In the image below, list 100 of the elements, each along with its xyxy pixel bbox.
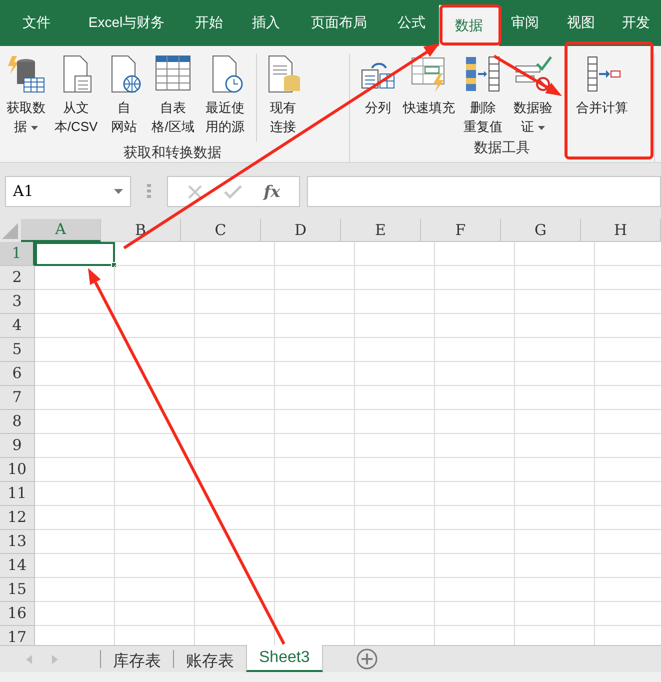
row-header[interactable]: 14 [0,554,35,578]
grid-cell[interactable] [355,482,435,506]
grid-cell[interactable] [355,290,435,314]
grid-cell[interactable] [515,242,595,266]
grid-cell[interactable] [435,266,515,290]
grid-cell[interactable] [275,338,355,362]
grid-cell[interactable] [515,314,595,338]
grid-cell[interactable] [115,410,195,434]
grid-cell[interactable] [355,458,435,482]
scroll-left-icon[interactable] [26,654,32,664]
grid-cell[interactable] [275,290,355,314]
ribbon-button[interactable]: 最近使 用的源 [200,54,250,142]
grid-cell[interactable] [195,386,275,410]
ribbon-tab[interactable]: 文件 [0,5,73,46]
grid-cell[interactable] [35,410,115,434]
grid-cell[interactable] [115,338,195,362]
grid-cell[interactable] [515,482,595,506]
add-sheet-icon[interactable] [356,648,378,670]
grid-cell[interactable] [195,554,275,578]
grid-cell[interactable] [195,506,275,530]
grid-cell[interactable] [355,386,435,410]
grid-cell[interactable] [195,362,275,386]
grid-cell[interactable] [515,266,595,290]
grid-cell[interactable] [515,434,595,458]
grid-cell[interactable] [115,242,195,266]
grid-cell[interactable] [435,578,515,602]
ribbon-button[interactable]: 从文 本/CSV [50,54,102,142]
ribbon-button[interactable]: 自表 格/区域 [146,54,200,142]
grid-cell[interactable] [355,554,435,578]
ribbon-tab[interactable]: 公式 [384,5,439,46]
check-icon[interactable] [224,184,242,198]
grid-cell[interactable] [115,290,195,314]
grid-cell[interactable] [515,458,595,482]
grid-cell[interactable] [35,338,115,362]
row-header[interactable]: 3 [0,290,35,314]
row-header[interactable]: 16 [0,602,35,626]
grid-cell[interactable] [115,602,195,626]
grid-cell[interactable] [435,458,515,482]
column-header[interactable]: B [101,219,181,242]
grid-cell[interactable] [115,482,195,506]
ribbon-tab[interactable]: 审阅 [499,5,551,46]
ribbon-tab[interactable]: 视图 [551,5,611,46]
ribbon-button[interactable]: 合并计算 [568,54,636,137]
grid-cell[interactable] [35,434,115,458]
grid-cell[interactable] [115,458,195,482]
grid-cell[interactable] [275,554,355,578]
grid-cell[interactable] [435,602,515,626]
ribbon-button[interactable]: 分列 [356,54,400,137]
grid-cell[interactable] [275,242,355,266]
grid-cell[interactable] [195,602,275,626]
grid-cell[interactable] [35,314,115,338]
grid-cell[interactable] [355,338,435,362]
column-header[interactable]: G [501,219,581,242]
grid-cell[interactable] [35,602,115,626]
ribbon-tab[interactable]: 开发 [611,5,661,46]
grid-cell[interactable] [115,266,195,290]
grid-cell[interactable] [35,458,115,482]
grid-cell[interactable] [515,506,595,530]
grid-cell[interactable] [275,410,355,434]
grid-cell[interactable] [435,290,515,314]
grid-cell[interactable] [275,458,355,482]
ribbon-button[interactable]: 获取数 据 [2,54,50,142]
row-header[interactable]: 1 [0,242,35,266]
grid-cell[interactable] [35,290,115,314]
formula-input[interactable] [307,176,661,207]
ribbon-button[interactable]: 现有 连接 [263,54,303,142]
grid-cell[interactable] [275,482,355,506]
grid-cell[interactable] [35,578,115,602]
ribbon-tab[interactable]: 页面布局 [294,5,384,46]
cancel-icon[interactable] [186,184,203,200]
row-header[interactable]: 7 [0,386,35,410]
grid-cell[interactable] [195,338,275,362]
column-header[interactable]: F [421,219,501,242]
grid-cell[interactable] [355,266,435,290]
ribbon-button[interactable]: 快速填充 [400,54,458,137]
grid-cell[interactable] [275,578,355,602]
grid-cell[interactable] [515,530,595,554]
grid-cell[interactable] [195,290,275,314]
grid-cell[interactable] [515,554,595,578]
grid-cell[interactable] [435,314,515,338]
grid-cell[interactable] [115,530,195,554]
row-header[interactable]: 4 [0,314,35,338]
grid-cell[interactable] [35,506,115,530]
grid-cell[interactable] [195,314,275,338]
ribbon-tab[interactable]: Excel与财务 [73,5,180,46]
grid-cell[interactable] [195,242,275,266]
grid-cell[interactable] [515,362,595,386]
grid-cell[interactable] [515,602,595,626]
grid-cell[interactable] [195,266,275,290]
column-header[interactable]: E [341,219,421,242]
grid-cell[interactable] [355,602,435,626]
column-header[interactable]: D [261,219,341,242]
grid-cell[interactable] [435,434,515,458]
grid-cell[interactable] [435,410,515,434]
grid-cell[interactable] [435,506,515,530]
grid-cell[interactable] [275,602,355,626]
grid-cell[interactable] [115,554,195,578]
ribbon-button[interactable]: 删除 重复值 [458,54,508,137]
grid-cell[interactable] [275,506,355,530]
grid-cell[interactable] [115,362,195,386]
